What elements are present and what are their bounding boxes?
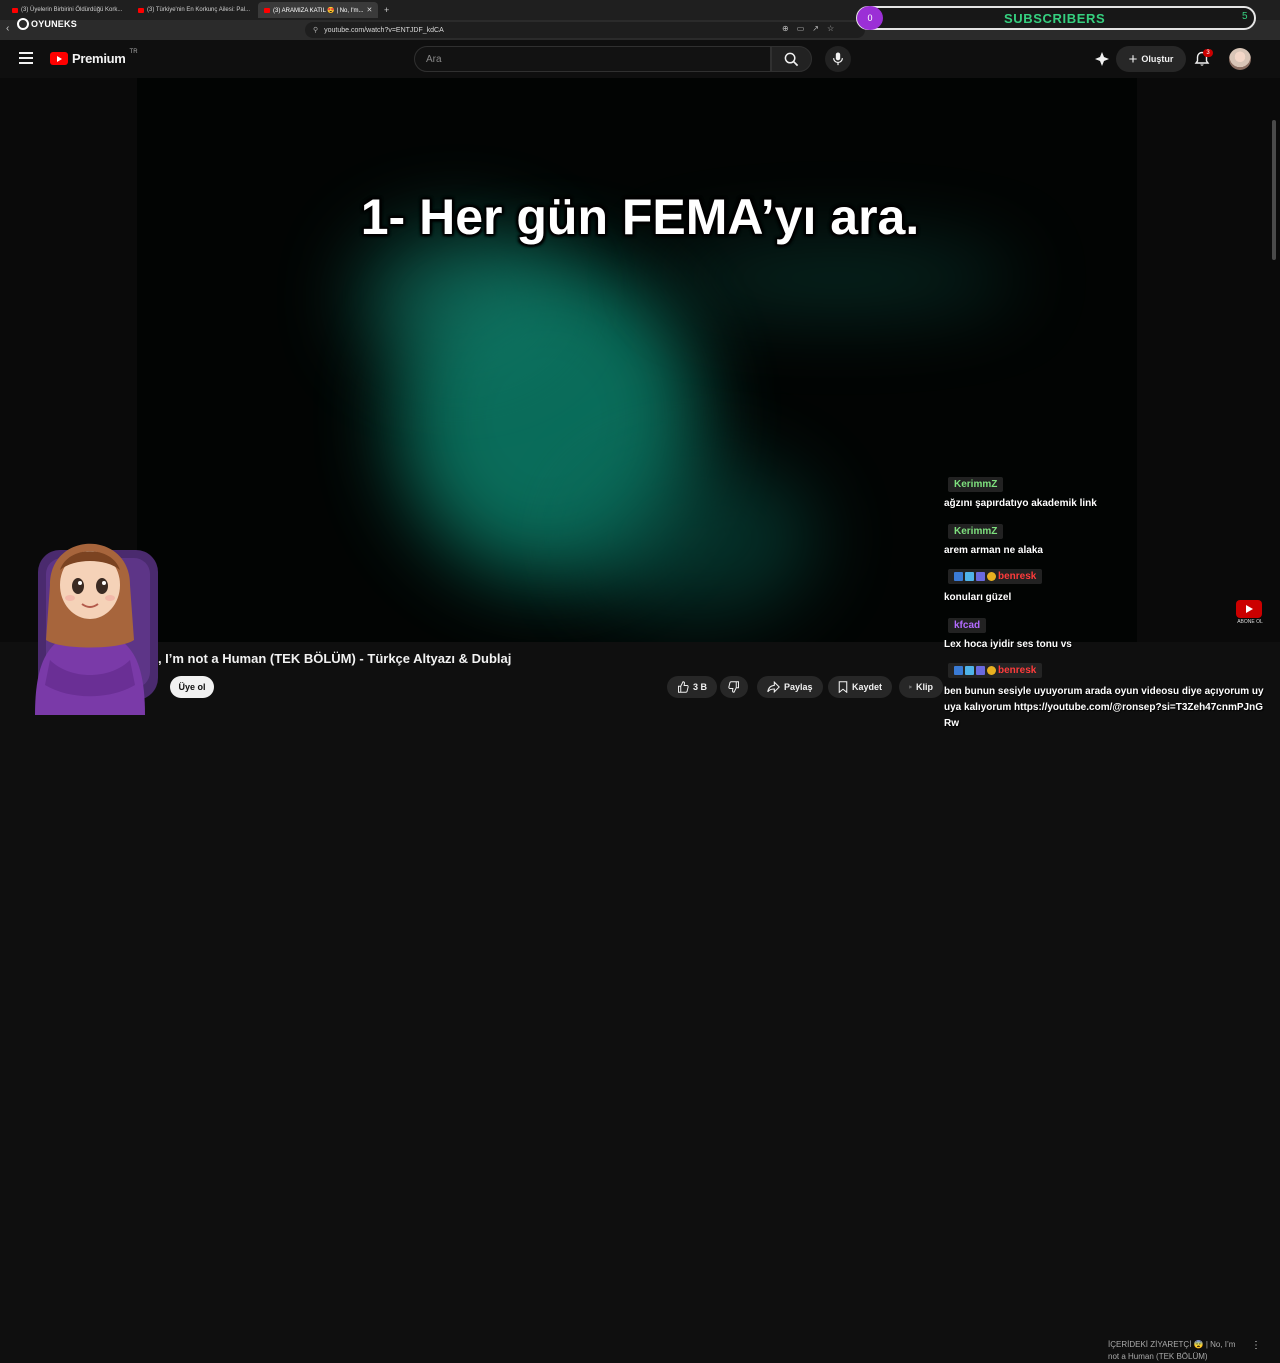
coin-badge-icon: [987, 666, 996, 675]
create-button[interactable]: + Oluştur: [1116, 46, 1186, 72]
scissors-icon: [909, 685, 912, 689]
clip-button[interactable]: Klip: [899, 676, 943, 698]
video-glow: [657, 248, 1017, 308]
video-glow: [577, 458, 817, 618]
like-count: 3 B: [693, 682, 708, 692]
page-scrollbar[interactable]: [1272, 120, 1276, 260]
youtube-play-icon: [50, 52, 68, 65]
video-title: o, I’m not a Human (TEK BÖLÜM) - Türkçe …: [150, 651, 512, 666]
chat-text: Lex hoca iyidir ses tonu vs: [944, 639, 1072, 650]
moderator-badge-icon: [954, 572, 963, 581]
zoom-icon[interactable]: ⊕: [782, 24, 789, 33]
chat-text: konuları güzel: [944, 592, 1012, 603]
browser-tab[interactable]: (3) Üyelerin Birbirini Öldürdüğü Kork...: [6, 2, 126, 18]
chat-username: kfcad: [948, 618, 987, 633]
thumbs-down-icon: [728, 681, 739, 693]
region-code: TR: [129, 48, 138, 55]
site-info-icon[interactable]: ⚲: [313, 26, 318, 34]
video-subtitle: 1- Her gün FEMA’yı ara.: [360, 189, 920, 245]
browser-tab[interactable]: (3) Türkiye'nin En Korkunç Ailesi: Pal..…: [132, 2, 252, 18]
chat-message: benresk ben bunun sesiyle uyuyorum arada…: [940, 662, 1270, 732]
new-tab-icon[interactable]: +: [384, 5, 389, 15]
back-arrow-icon[interactable]: ‹: [6, 23, 9, 34]
dislike-button[interactable]: [720, 676, 748, 698]
gamepad-badge-icon: [976, 572, 985, 581]
url-text: youtube.com/watch?v=ENTJDF_kdCA: [324, 26, 444, 34]
chat-message: kfcad Lex hoca iyidir ses tonu vs: [940, 615, 1270, 653]
browser-tab-active[interactable]: (3) ARAMIZA KATIL 😍 | No, I'm... ✕: [258, 2, 378, 18]
create-label: Oluştur: [1141, 54, 1174, 64]
share-icon[interactable]: ↗: [812, 24, 819, 33]
cube-badge-icon: [965, 666, 974, 675]
coin-badge-icon: [987, 572, 996, 581]
cast-icon[interactable]: ▭: [797, 24, 805, 33]
like-button[interactable]: 3 B: [667, 676, 717, 698]
brand-mark-icon: [17, 18, 29, 30]
youtube-favicon-icon: [138, 7, 144, 13]
share-button[interactable]: Paylaş: [757, 676, 823, 698]
search-placeholder: Ara: [426, 53, 442, 65]
chat-username: benresk: [948, 663, 1043, 678]
search-button[interactable]: [771, 46, 812, 72]
url-field[interactable]: ⚲ youtube.com/watch?v=ENTJDF_kdCA: [305, 22, 865, 38]
subscribers-label: SUBSCRIBERS: [1004, 11, 1106, 26]
channel-brand-logo: OYUNEKS: [17, 18, 77, 30]
plus-icon: +: [1128, 50, 1138, 68]
subscribe-corner-label: ABONE OL: [1237, 619, 1263, 625]
notification-badge: 3: [1203, 49, 1213, 57]
account-avatar[interactable]: [1229, 48, 1251, 70]
save-label: Kaydet: [852, 682, 883, 692]
tab-title: (3) Türkiye'nin En Korkunç Ailesi: Pal..…: [147, 7, 251, 13]
cube-badge-icon: [965, 572, 974, 581]
subscribers-goal: 5: [1242, 11, 1248, 22]
youtube-premium-logo[interactable]: Premium TR: [50, 48, 138, 66]
tab-title: (3) ARAMIZA KATIL 😍 | No, I'm...: [273, 7, 364, 14]
subscriber-count-bubble: 0: [857, 6, 883, 30]
search-icon: [784, 52, 799, 66]
bookmark-icon: [838, 681, 848, 693]
youtube-favicon-icon: [264, 7, 270, 13]
sparkle-icon[interactable]: [1094, 51, 1110, 67]
live-chat-overlay: KerimmZ ağzını şapırdatıyo akademik link…: [940, 474, 1270, 741]
chat-text: ağzını şapırdatıyo akademik link: [944, 498, 1097, 509]
address-bar-icons: ⊕ ▭ ↗ ☆: [782, 24, 834, 33]
youtube-favicon-icon: [12, 7, 18, 13]
tab-title: (3) Üyelerin Birbirini Öldürdüğü Kork...: [21, 7, 123, 13]
brand-name: OYUNEKS: [31, 19, 77, 29]
chat-username: KerimmZ: [948, 524, 1004, 539]
more-options-icon[interactable]: ⋮: [1251, 1340, 1261, 1351]
logo-text: Premium: [72, 51, 126, 66]
chat-message: benresk konuları güzel: [940, 568, 1270, 606]
microphone-icon: [833, 52, 843, 66]
menu-icon[interactable]: [19, 52, 33, 64]
search-input[interactable]: Ara: [414, 46, 771, 72]
video-glow: [357, 228, 557, 368]
chat-text: ben bunun sesiyle uyuyorum arada oyun vi…: [944, 686, 1264, 729]
save-button[interactable]: Kaydet: [828, 676, 893, 698]
youtube-header: Premium TR Ara + Oluştur 3: [0, 40, 1280, 78]
share-arrow-icon: [767, 681, 780, 693]
moderator-badge-icon: [954, 666, 963, 675]
clip-label: Klip: [916, 682, 933, 692]
chat-username: KerimmZ: [948, 477, 1004, 492]
chat-text: arem arman ne alaka: [944, 545, 1043, 556]
chat-message: KerimmZ arem arman ne alaka: [940, 521, 1270, 559]
subscribe-youtube-icon: [1236, 600, 1262, 618]
gamepad-badge-icon: [976, 666, 985, 675]
chat-message: KerimmZ ağzını şapırdatıyo akademik link: [940, 474, 1270, 512]
chat-username: benresk: [948, 569, 1043, 584]
bookmark-star-icon[interactable]: ☆: [827, 24, 834, 33]
streamer-avatar-illustration: [35, 543, 158, 715]
share-label: Paylaş: [784, 682, 813, 692]
voice-search-button[interactable]: [825, 46, 851, 72]
next-video-preview[interactable]: İÇERİDEKİ ZİYARETÇİ 😨 | No, I’m not a Hu…: [1108, 1339, 1248, 1363]
thumbs-up-icon: [678, 681, 689, 693]
close-icon[interactable]: ✕: [367, 6, 373, 14]
join-button[interactable]: Üye ol: [170, 676, 214, 698]
